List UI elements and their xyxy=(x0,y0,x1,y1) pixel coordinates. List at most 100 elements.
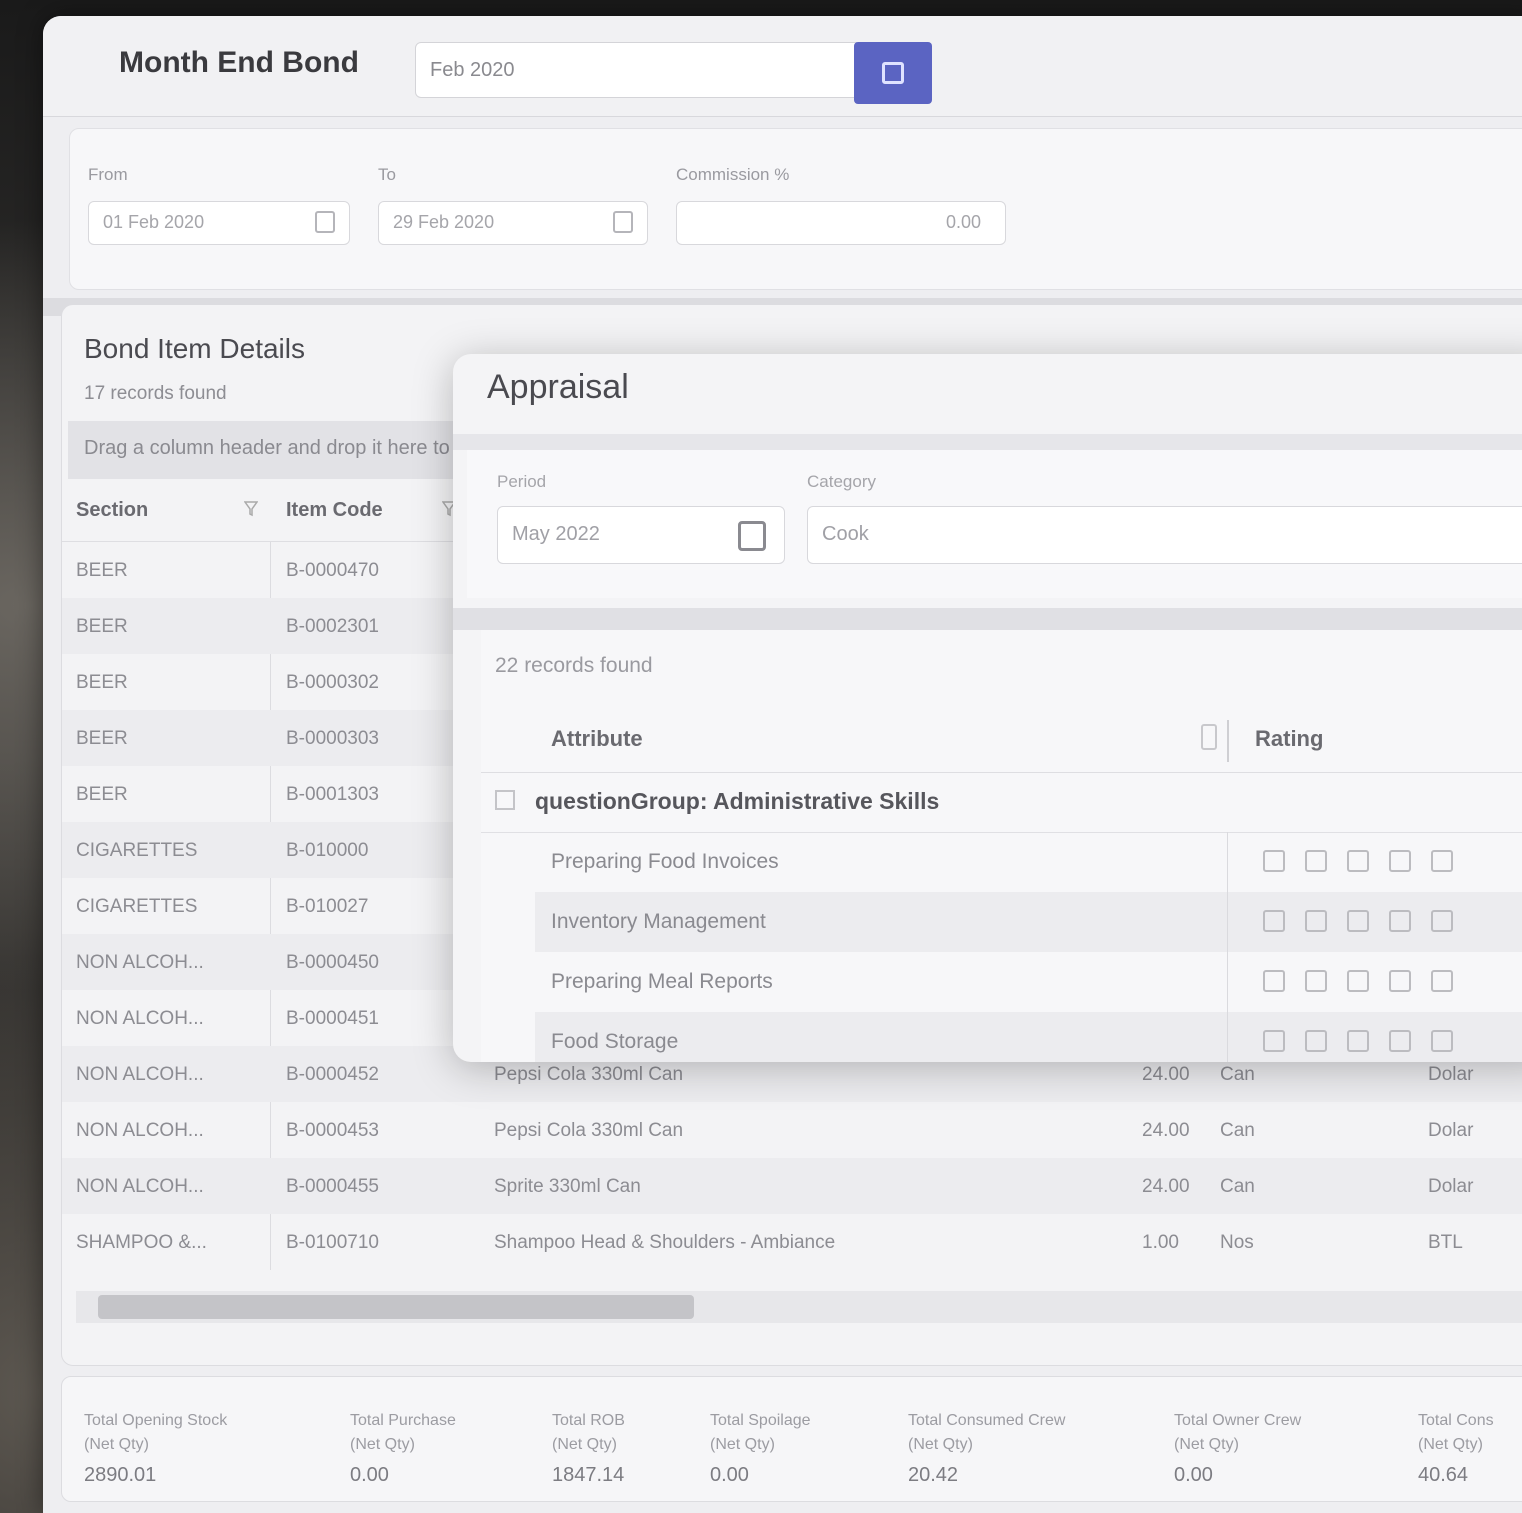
attribute-name: Preparing Food Invoices xyxy=(551,850,779,873)
dialog-parameters: Period May 2022 Category Cook xyxy=(467,450,1522,598)
table-row[interactable]: NON ALCOH... B-0000455 Sprite 330ml Can 24.… xyxy=(62,1158,1522,1214)
summary-value: 0.00 xyxy=(350,1464,389,1486)
rating-box-icon[interactable] xyxy=(1347,850,1369,872)
summary-item: Total Owner Crew (Net Qty) 0.00 xyxy=(1174,1409,1301,1487)
rating-box-icon[interactable] xyxy=(1431,910,1453,932)
rating-box-icon[interactable] xyxy=(1305,1030,1327,1052)
to-date-value: 29 Feb 2020 xyxy=(393,212,495,232)
rating-control[interactable] xyxy=(1263,970,1453,992)
collapse-toggle[interactable] xyxy=(495,790,515,810)
horizontal-scrollbar-thumb[interactable] xyxy=(98,1295,694,1319)
appraisal-dialog: Appraisal Period May 2022 Category Cook … xyxy=(453,354,1522,1062)
column-header-attribute[interactable]: Attribute xyxy=(551,726,643,752)
summary-sub: (Net Qty) xyxy=(84,1436,149,1453)
rating-box-icon[interactable] xyxy=(1389,970,1411,992)
rating-box-icon[interactable] xyxy=(1389,850,1411,872)
rating-box-icon[interactable] xyxy=(1431,850,1453,872)
category-value: Cook xyxy=(822,523,869,545)
table-row[interactable]: NON ALCOH... B-0000453 Pepsi Cola 330ml Ca… xyxy=(62,1102,1522,1158)
table-row[interactable]: Inventory Management xyxy=(535,892,1522,952)
from-date-input[interactable]: 01 Feb 2020 xyxy=(88,201,350,245)
rating-box-icon[interactable] xyxy=(1263,970,1285,992)
type-cell: Dolar xyxy=(1428,1064,1474,1085)
rating-box-icon[interactable] xyxy=(1347,910,1369,932)
from-filter: From 01 Feb 2020 xyxy=(88,165,350,245)
period-input[interactable]: May 2022 xyxy=(497,506,785,564)
calendar-icon[interactable] xyxy=(738,521,766,551)
section-cell: NON ALCOH... xyxy=(76,1120,204,1141)
rating-box-icon[interactable] xyxy=(1431,1030,1453,1052)
description-cell: Sprite 330ml Can xyxy=(494,1176,641,1197)
column-header-section[interactable]: Section xyxy=(76,499,148,522)
unit-cell: Can xyxy=(1220,1176,1255,1197)
attribute-name: Preparing Meal Reports xyxy=(551,970,773,993)
column-divider xyxy=(1227,720,1229,762)
toolbar: Month End Bond Feb 2020 xyxy=(43,16,1522,117)
description-cell: Pepsi Cola 330ml Can xyxy=(494,1064,684,1085)
item-code-cell: B-0000455 xyxy=(286,1176,379,1197)
quantity-cell: 24.00 xyxy=(1142,1064,1190,1085)
rating-box-icon[interactable] xyxy=(1305,970,1327,992)
rating-box-icon[interactable] xyxy=(1305,910,1327,932)
item-code-cell: B-0000302 xyxy=(286,672,379,693)
filter-icon[interactable] xyxy=(1201,724,1217,750)
calendar-icon[interactable] xyxy=(613,211,633,233)
item-code-cell: B-0000470 xyxy=(286,560,379,581)
rating-box-icon[interactable] xyxy=(1263,910,1285,932)
item-code-cell: B-0000451 xyxy=(286,1008,379,1029)
summary-item: Total Purchase (Net Qty) 0.00 xyxy=(350,1409,456,1487)
category-input[interactable]: Cook xyxy=(807,506,1522,564)
page-title: Month End Bond xyxy=(119,46,359,79)
group-row[interactable]: questionGroup: Administrative Skills xyxy=(481,772,1522,833)
rating-box-icon[interactable] xyxy=(1347,970,1369,992)
rating-box-icon[interactable] xyxy=(1389,1030,1411,1052)
rating-box-icon[interactable] xyxy=(1431,970,1453,992)
item-code-cell: B-0000452 xyxy=(286,1064,379,1085)
commission-label: Commission % xyxy=(676,165,790,184)
column-divider xyxy=(1227,952,1228,1012)
calendar-icon[interactable] xyxy=(315,211,335,233)
rating-box-icon[interactable] xyxy=(1263,1030,1285,1052)
totals-summary: Total Opening Stock (Net Qty) 2890.01 To… xyxy=(61,1376,1522,1502)
table-row[interactable]: Food Storage xyxy=(535,1012,1522,1062)
item-code-cell: B-0000453 xyxy=(286,1120,379,1141)
column-divider xyxy=(1227,832,1228,892)
to-filter: To 29 Feb 2020 xyxy=(378,165,648,245)
table-row[interactable]: Preparing Meal Reports xyxy=(535,952,1522,1012)
load-button[interactable] xyxy=(854,42,932,104)
summary-label: Total Cons xyxy=(1418,1412,1494,1429)
period-input[interactable]: Feb 2020 xyxy=(415,42,857,98)
attribute-name: Food Storage xyxy=(551,1030,679,1053)
rating-box-icon[interactable] xyxy=(1305,850,1327,872)
to-date-input[interactable]: 29 Feb 2020 xyxy=(378,201,648,245)
summary-item: Total ROB (Net Qty) 1847.14 xyxy=(552,1409,625,1487)
rating-box-icon[interactable] xyxy=(1263,850,1285,872)
rating-box-icon[interactable] xyxy=(1389,910,1411,932)
section-cell: BEER xyxy=(76,672,128,693)
section-cell: BEER xyxy=(76,728,128,749)
column-divider xyxy=(1227,1012,1228,1062)
records-count: 17 records found xyxy=(84,383,227,404)
divider xyxy=(453,434,1522,450)
rating-control[interactable] xyxy=(1263,850,1453,872)
section-cell: SHAMPOO &... xyxy=(76,1232,207,1253)
records-count: 22 records found xyxy=(495,654,653,677)
section-title: Bond Item Details xyxy=(84,333,305,364)
summary-item: Total Opening Stock (Net Qty) 2890.01 xyxy=(84,1409,227,1487)
commission-input[interactable]: 0.00 xyxy=(676,201,1006,245)
summary-value: 2890.01 xyxy=(84,1464,157,1486)
rating-control[interactable] xyxy=(1263,1030,1453,1052)
table-row[interactable]: SHAMPOO &... B-0100710 Shampoo Head & Shou… xyxy=(62,1214,1522,1270)
rating-control[interactable] xyxy=(1263,910,1453,932)
table-row[interactable]: Preparing Food Invoices xyxy=(535,832,1522,892)
column-header-rating[interactable]: Rating xyxy=(1255,726,1323,752)
column-header-item-code[interactable]: Item Code xyxy=(286,499,383,522)
section-cell: BEER xyxy=(76,560,128,581)
filter-panel: From 01 Feb 2020 To 29 Feb 2020 Commissi… xyxy=(69,128,1522,290)
filter-icon[interactable] xyxy=(244,501,258,517)
unit-cell: Can xyxy=(1220,1120,1255,1141)
dialog-title: Appraisal xyxy=(487,368,629,406)
summary-sub: (Net Qty) xyxy=(1174,1436,1239,1453)
rating-box-icon[interactable] xyxy=(1347,1030,1369,1052)
type-cell: Dolar xyxy=(1428,1120,1474,1141)
